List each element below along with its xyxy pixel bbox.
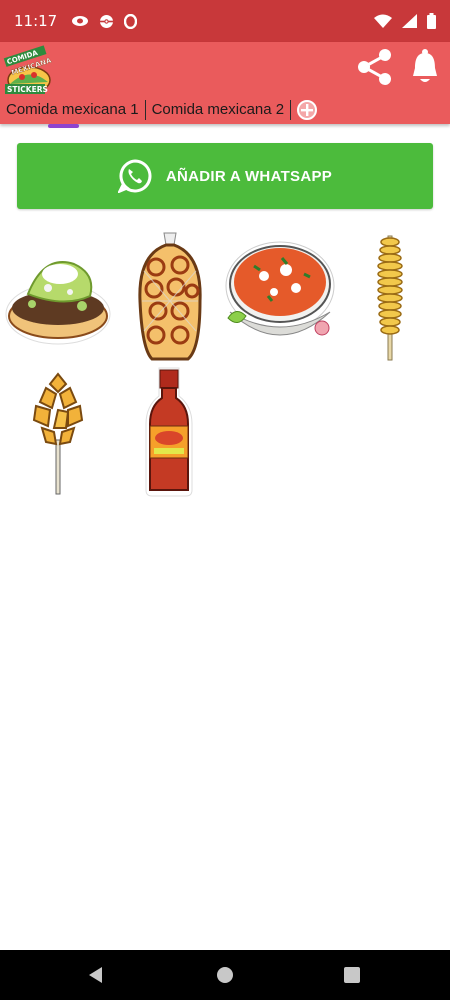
sticker-hot-sauce-bottle[interactable]	[140, 366, 198, 500]
add-tab-button[interactable]	[297, 100, 318, 120]
bell-icon[interactable]	[408, 48, 442, 86]
tab-label: Comida mexicana 2	[151, 101, 285, 118]
sticker-spiral-potato-stick[interactable]	[372, 232, 408, 362]
app-header: COMIDA MEXICANA STICKERS Comida mexicana…	[0, 42, 450, 128]
sticker-pozole-bowl[interactable]	[224, 236, 336, 354]
app-logo: COMIDA MEXICANA STICKERS	[3, 45, 52, 94]
signal-icon	[402, 14, 417, 28]
opera-icon	[124, 13, 138, 29]
battery-icon	[427, 13, 436, 29]
tab-comida-mexicana-1[interactable]: Comida mexicana 1	[0, 98, 145, 128]
status-bar: 11:17	[0, 0, 450, 42]
incognito-icon	[72, 16, 89, 26]
logo-text-3: STICKERS	[7, 85, 48, 94]
system-nav-bar	[0, 950, 450, 1000]
status-time: 11:17	[14, 12, 58, 30]
add-to-whatsapp-button[interactable]: AÑADIR A WHATSAPP	[17, 143, 433, 209]
add-to-whatsapp-label: AÑADIR A WHATSAPP	[165, 167, 333, 185]
recents-icon[interactable]	[344, 967, 360, 983]
tab-divider	[290, 100, 292, 120]
active-tab-indicator	[48, 124, 79, 128]
plus-icon	[301, 104, 314, 116]
sticker-tostada[interactable]	[4, 244, 112, 352]
tab-label: Comida mexicana 1	[6, 101, 139, 118]
share-icon[interactable]	[356, 48, 394, 86]
whatsapp-icon	[117, 159, 152, 193]
sticker-corn-elote-on-stick[interactable]	[26, 370, 90, 496]
tab-comida-mexicana-2[interactable]: Comida mexicana 2	[146, 98, 291, 122]
pokeball-icon	[100, 14, 114, 28]
home-icon[interactable]	[216, 966, 234, 984]
sticker-chicharrones-bag[interactable]	[134, 231, 206, 363]
tab-bar: Comida mexicana 1 Comida mexicana 2	[0, 96, 318, 128]
wifi-icon	[374, 14, 392, 28]
back-icon[interactable]	[86, 965, 106, 985]
